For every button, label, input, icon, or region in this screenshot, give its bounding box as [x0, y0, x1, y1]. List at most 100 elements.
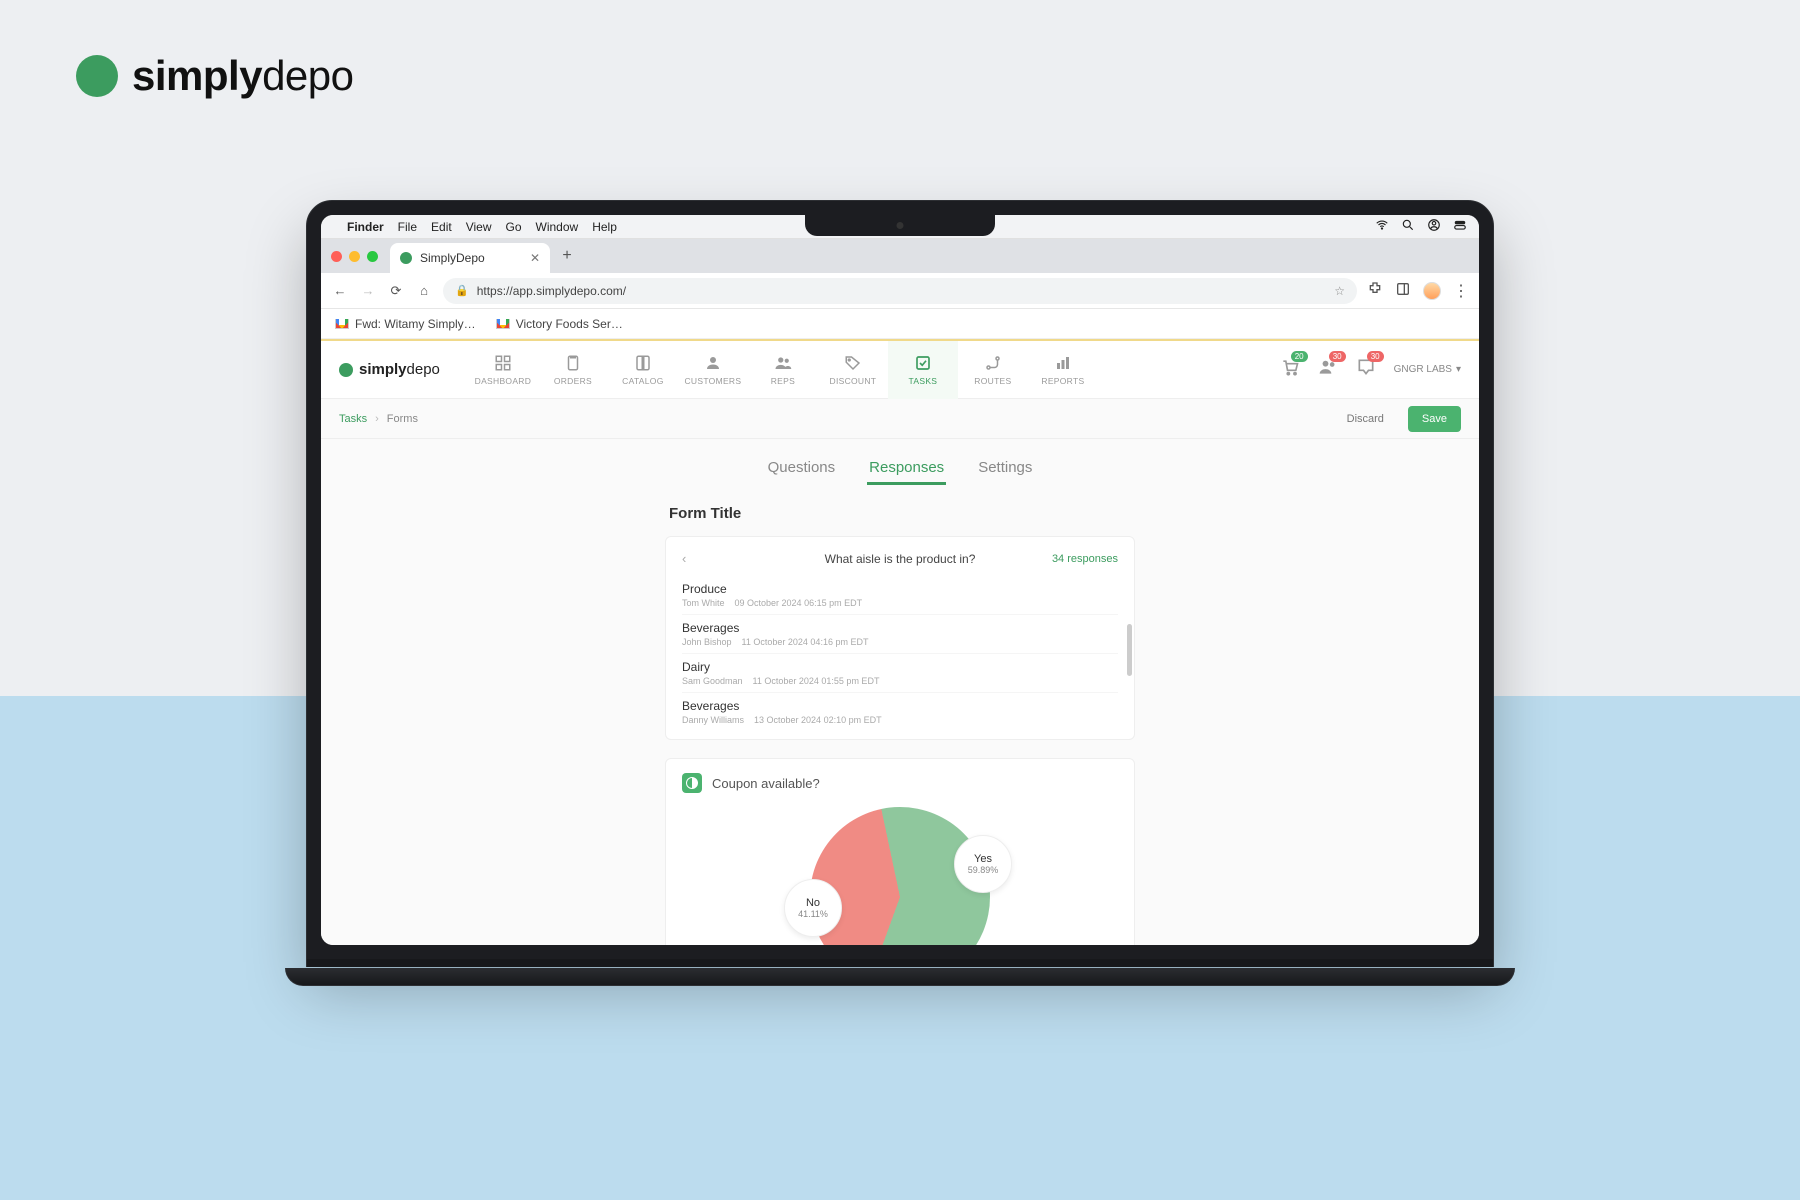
gmail-icon — [496, 319, 510, 329]
cart-button[interactable]: 20 — [1280, 357, 1300, 382]
laptop-frame: Finder File Edit View Go Window Help — [285, 200, 1515, 986]
nav-customers[interactable]: CUSTOMERS — [678, 341, 748, 399]
answer-time: 13 October 2024 02:10 pm EDT — [754, 715, 882, 725]
bookmark-item[interactable]: Fwd: Witamy Simply… — [335, 317, 476, 331]
main-nav: DASHBOARD ORDERS CATALOG CUSTOMERS REPS … — [468, 341, 1098, 399]
answer-row: Produce Tom White 09 October 2024 06:15 p… — [682, 576, 1118, 615]
brand-logo: simplydepo — [76, 52, 354, 100]
profile-avatar[interactable] — [1423, 282, 1441, 300]
mac-menu-view[interactable]: View — [466, 220, 492, 234]
pie-chart-icon — [682, 773, 702, 793]
pie-label-yes: Yes 59.89% — [954, 835, 1012, 893]
answer-user: Tom White — [682, 598, 725, 608]
window-close-icon[interactable] — [331, 251, 342, 262]
browser-tab[interactable]: SimplyDepo ✕ — [390, 243, 550, 273]
form-tabs: Questions Responses Settings — [321, 453, 1479, 485]
app-header: simplydepo DASHBOARD ORDERS CATALOG CUST… — [321, 341, 1479, 399]
bookmarks-bar: Fwd: Witamy Simply… Victory Foods Ser… — [321, 309, 1479, 339]
answer-value: Beverages — [682, 699, 1118, 713]
new-tab-button[interactable]: + — [554, 243, 580, 269]
scrollbar-thumb[interactable] — [1127, 624, 1132, 676]
nav-catalog[interactable]: CATALOG — [608, 341, 678, 399]
panel-icon[interactable] — [1395, 281, 1411, 300]
mac-menu-window[interactable]: Window — [536, 220, 579, 234]
mac-menu-app[interactable]: Finder — [347, 220, 384, 234]
brand-text: simplydepo — [132, 52, 354, 100]
search-icon[interactable] — [1401, 218, 1415, 235]
nav-reps[interactable]: REPS — [748, 341, 818, 399]
back-icon[interactable]: ← — [331, 283, 349, 298]
window-controls — [331, 251, 378, 262]
address-bar[interactable]: 🔒 https://app.simplydepo.com/ ☆ — [443, 278, 1357, 304]
breadcrumb-root[interactable]: Tasks — [339, 413, 367, 425]
answer-list[interactable]: Produce Tom White 09 October 2024 06:15 p… — [666, 576, 1134, 739]
browser-toolbar: ← → ⟳ ⌂ 🔒 https://app.simplydepo.com/ ☆ … — [321, 273, 1479, 309]
answer-user: Danny Williams — [682, 715, 744, 725]
save-button[interactable]: Save — [1408, 406, 1461, 432]
mac-menu-file[interactable]: File — [398, 220, 417, 234]
laptop-notch — [805, 214, 995, 236]
gmail-icon — [335, 319, 349, 329]
chat-badge: 30 — [1367, 351, 1384, 362]
nav-tasks[interactable]: TASKS — [888, 341, 958, 399]
question-text: What aisle is the product in? — [825, 552, 976, 566]
answer-row: Dairy Sam Goodman 11 October 2024 01:55 p… — [682, 654, 1118, 693]
tab-close-icon[interactable]: ✕ — [530, 251, 540, 265]
content-area: Questions Responses Settings Form Title … — [321, 439, 1479, 945]
browser-tabstrip: SimplyDepo ✕ + — [321, 239, 1479, 273]
wifi-icon[interactable] — [1375, 218, 1389, 235]
prev-question-button[interactable]: ‹ — [682, 551, 686, 566]
chevron-down-icon: ▾ — [1456, 364, 1461, 375]
control-center-icon[interactable] — [1453, 218, 1467, 235]
question-card: ‹ What aisle is the product in? 34 respo… — [665, 536, 1135, 740]
users-button[interactable]: 30 — [1318, 357, 1338, 382]
window-maximize-icon[interactable] — [367, 251, 378, 262]
coupon-card: Coupon available? No 41.11% Yes 59.89% — [665, 758, 1135, 945]
chevron-right-icon: › — [375, 413, 379, 425]
org-switcher[interactable]: GNGR LABS▾ — [1394, 364, 1461, 375]
chat-button[interactable]: 30 — [1356, 357, 1376, 382]
nav-dashboard[interactable]: DASHBOARD — [468, 341, 538, 399]
tab-settings[interactable]: Settings — [976, 453, 1034, 485]
mac-menu-edit[interactable]: Edit — [431, 220, 452, 234]
breadcrumb-bar: Tasks › Forms Discard Save — [321, 399, 1479, 439]
nav-reports[interactable]: REPORTS — [1028, 341, 1098, 399]
mac-menu-go[interactable]: Go — [506, 220, 522, 234]
nav-orders[interactable]: ORDERS — [538, 341, 608, 399]
answer-row: Beverages Danny Williams 13 October 2024 … — [682, 693, 1118, 731]
coupon-title: Coupon available? — [712, 776, 820, 791]
discard-button[interactable]: Discard — [1333, 406, 1398, 432]
pie-label-no: No 41.11% — [784, 879, 842, 937]
mac-menu-help[interactable]: Help — [592, 220, 617, 234]
tab-responses[interactable]: Responses — [867, 453, 946, 485]
pie-chart: No 41.11% Yes 59.89% — [790, 807, 1010, 945]
url-text: https://app.simplydepo.com/ — [477, 284, 626, 298]
lock-icon: 🔒 — [455, 284, 469, 297]
extensions-icon[interactable] — [1367, 281, 1383, 300]
tab-questions[interactable]: Questions — [766, 453, 838, 485]
users-badge: 30 — [1329, 351, 1346, 362]
nav-discount[interactable]: DISCOUNT — [818, 341, 888, 399]
chrome-menu-icon[interactable]: ⋮ — [1453, 281, 1469, 301]
home-icon[interactable]: ⌂ — [415, 283, 433, 298]
reload-icon[interactable]: ⟳ — [387, 283, 405, 299]
response-count: 34 responses — [1052, 553, 1118, 565]
answer-time: 11 October 2024 04:16 pm EDT — [742, 637, 869, 647]
forward-icon[interactable]: → — [359, 283, 377, 298]
logo-dot-icon — [339, 363, 353, 377]
form-title: Form Title — [669, 505, 1135, 522]
answer-user: John Bishop — [682, 637, 732, 647]
cart-badge: 20 — [1291, 351, 1308, 362]
answer-time: 11 October 2024 01:55 pm EDT — [753, 676, 880, 686]
answer-user: Sam Goodman — [682, 676, 743, 686]
browser-tab-title: SimplyDepo — [420, 251, 485, 265]
bookmark-item[interactable]: Victory Foods Ser… — [496, 317, 623, 331]
window-minimize-icon[interactable] — [349, 251, 360, 262]
answer-time: 09 October 2024 06:15 pm EDT — [735, 598, 863, 608]
app-logo[interactable]: simplydepo — [339, 361, 440, 378]
user-icon[interactable] — [1427, 218, 1441, 235]
bookmark-star-icon[interactable]: ☆ — [1334, 284, 1345, 298]
answer-value: Dairy — [682, 660, 1118, 674]
nav-routes[interactable]: ROUTES — [958, 341, 1028, 399]
answer-value: Produce — [682, 582, 1118, 596]
